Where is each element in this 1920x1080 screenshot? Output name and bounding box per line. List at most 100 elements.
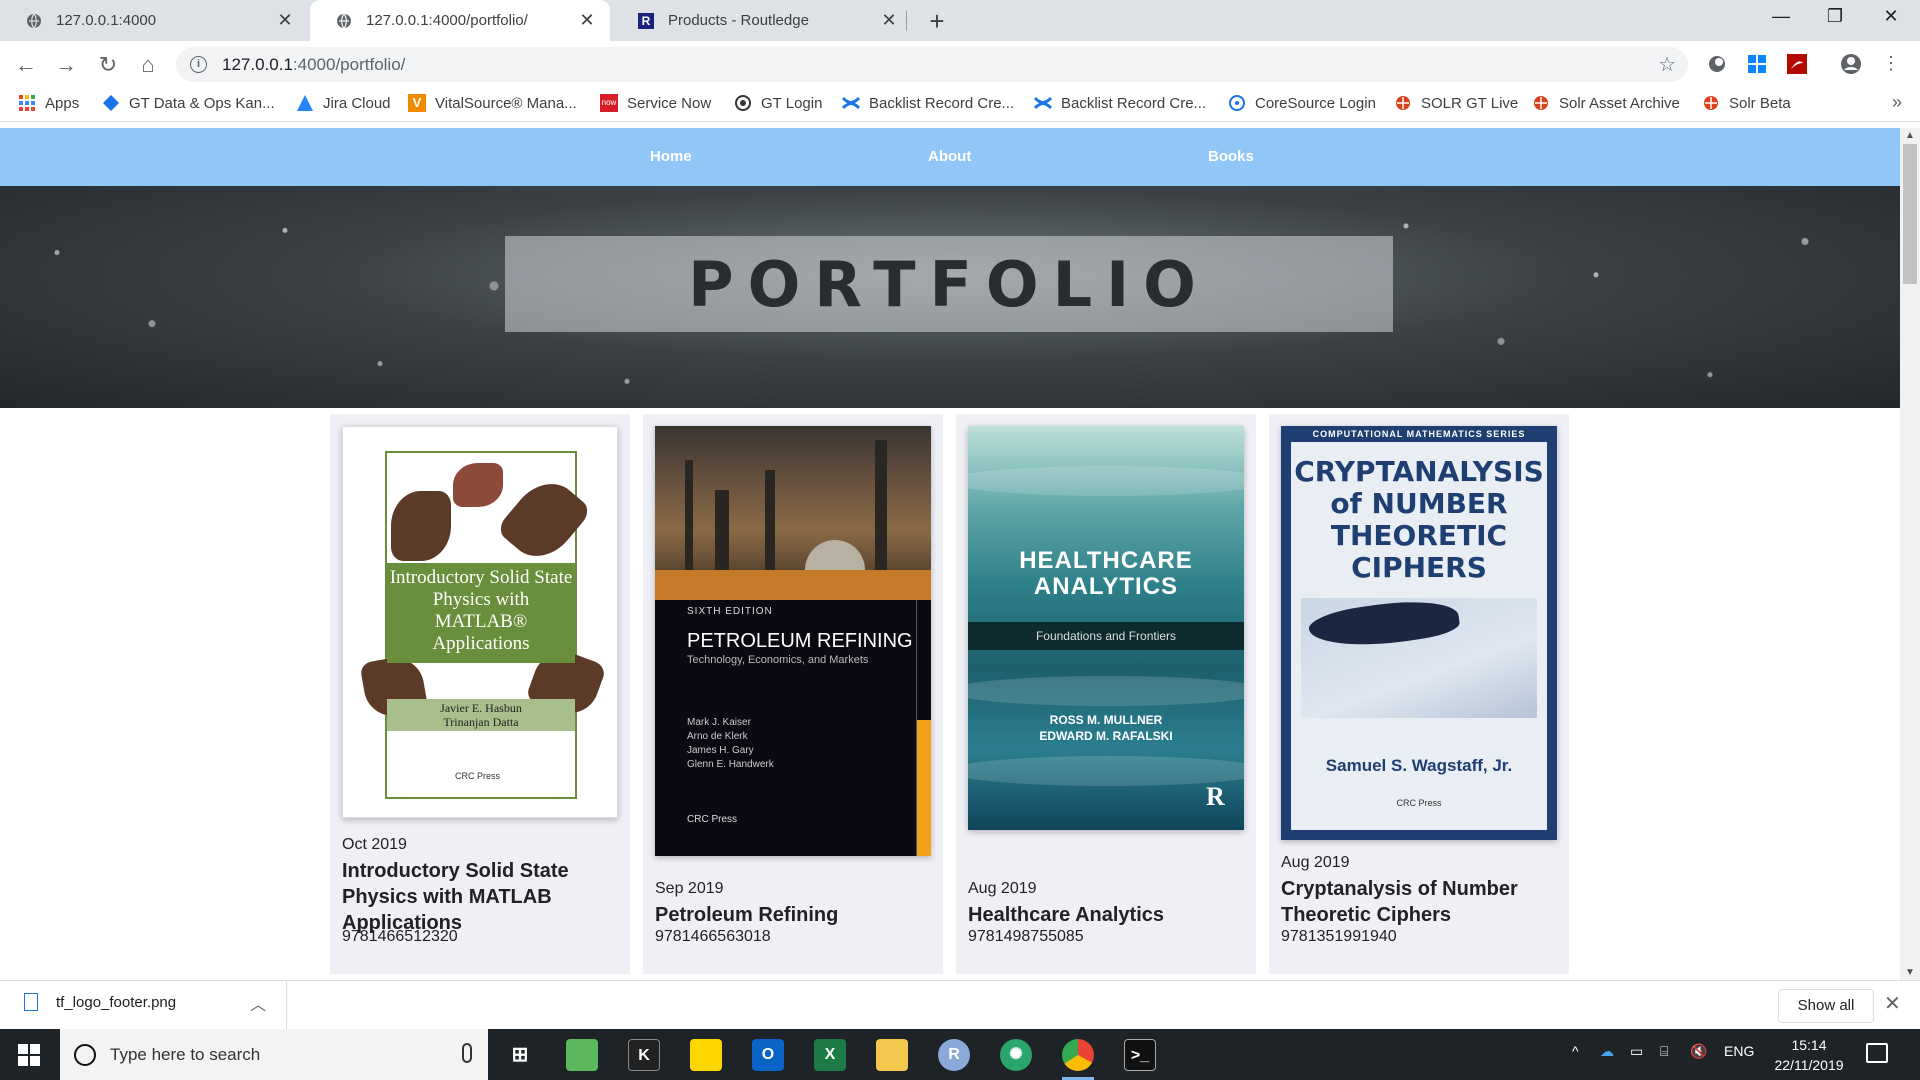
notification-icon[interactable] xyxy=(1866,1043,1888,1063)
bookmark-apps[interactable]: Apps xyxy=(18,94,79,112)
minimize-button[interactable]: — xyxy=(1766,6,1796,27)
microphone-icon[interactable] xyxy=(462,1043,472,1063)
book-cover[interactable]: COMPUTATIONAL MATHEMATICS SERIES CRYPTAN… xyxy=(1281,426,1557,840)
outlook-icon[interactable]: O xyxy=(752,1039,784,1071)
volume-muted-icon[interactable]: 🔇 xyxy=(1690,1043,1707,1060)
reload-button[interactable]: ↻ xyxy=(94,51,122,79)
book-title[interactable]: Healthcare Analytics xyxy=(968,902,1238,928)
address-bar[interactable]: i 127.0.0.1:4000/portfolio/ ☆ xyxy=(176,47,1688,82)
taskbar-search-input[interactable]: Type here to search xyxy=(60,1029,488,1080)
cover-author: Arno de Klerk xyxy=(687,731,748,742)
app-icon[interactable]: K xyxy=(628,1039,660,1071)
taskbar-clock[interactable]: 15:14 22/11/2019 xyxy=(1764,1035,1854,1075)
tab-portfolio[interactable]: 127.0.0.1:4000/portfolio/ ✕ xyxy=(310,0,610,41)
cover-author: Samuel S. Wagstaff, Jr. xyxy=(1325,756,1513,775)
routledge-icon: R xyxy=(638,12,654,29)
nav-books[interactable]: Books xyxy=(1208,128,1254,186)
cover-title: PETROLEUM REFINING xyxy=(687,630,913,652)
info-icon[interactable]: i xyxy=(190,56,207,73)
book-cover[interactable]: Introductory Solid State Physics with MA… xyxy=(342,426,618,818)
download-filename: tf_logo_footer.png xyxy=(56,993,177,1011)
bookmark-label: Jira Cloud xyxy=(323,94,391,112)
bookmark-solr-archive[interactable]: Solr Asset Archive xyxy=(1532,94,1680,112)
book-card[interactable]: COMPUTATIONAL MATHEMATICS SERIES CRYPTAN… xyxy=(1269,414,1569,974)
pdf-icon[interactable] xyxy=(1786,53,1808,75)
book-date: Sep 2019 xyxy=(655,880,724,897)
close-icon[interactable]: ✕ xyxy=(880,10,898,31)
book-title[interactable]: Petroleum Refining xyxy=(655,902,925,928)
task-view-icon[interactable]: ⊞ xyxy=(504,1039,536,1071)
book-date: Aug 2019 xyxy=(968,880,1037,897)
bookmark-service-now[interactable]: now Service Now xyxy=(600,94,711,112)
language-indicator[interactable]: ENG xyxy=(1724,1043,1754,1059)
chevron-up-icon[interactable]: ︿ xyxy=(250,991,266,1015)
scroll-down-arrow[interactable]: ▼ xyxy=(1900,967,1920,978)
menu-icon[interactable]: ⋮ xyxy=(1880,53,1902,75)
show-all-button[interactable]: Show all xyxy=(1778,989,1874,1023)
book-card[interactable]: Introductory Solid State Physics with MA… xyxy=(330,414,630,974)
network-icon[interactable]: ⌸ xyxy=(1660,1043,1668,1060)
new-tab-button[interactable]: + xyxy=(922,6,952,37)
extension-icon[interactable] xyxy=(1706,53,1728,75)
bookmark-label: GT Login xyxy=(761,94,823,112)
book-card[interactable]: SIXTH EDITION PETROLEUM REFINING Technol… xyxy=(643,414,943,974)
windows-extension-icon[interactable] xyxy=(1746,53,1768,75)
chrome-icon[interactable] xyxy=(1062,1039,1094,1080)
bookmark-jira[interactable]: Jira Cloud xyxy=(296,94,391,112)
cover-edition: SIXTH EDITION xyxy=(687,606,773,617)
sticky-notes-icon[interactable] xyxy=(690,1039,722,1071)
globe-icon xyxy=(336,13,352,29)
profile-icon[interactable] xyxy=(1840,53,1862,75)
book-title[interactable]: Cryptanalysis of Number Theoretic Cipher… xyxy=(1281,876,1551,928)
r-app-icon[interactable]: R xyxy=(938,1039,970,1071)
book-cover[interactable]: SIXTH EDITION PETROLEUM REFINING Technol… xyxy=(655,426,931,856)
back-button[interactable]: ← xyxy=(12,51,40,79)
scroll-up-arrow[interactable]: ▲ xyxy=(1900,130,1920,141)
close-download-bar-icon[interactable]: ✕ xyxy=(1884,991,1901,1016)
cover-publisher: CRC Press xyxy=(1396,798,1442,808)
close-icon[interactable]: ✕ xyxy=(276,10,294,31)
file-explorer-icon[interactable] xyxy=(876,1039,908,1071)
excel-icon[interactable]: X xyxy=(814,1039,846,1071)
close-icon[interactable]: ✕ xyxy=(578,10,596,31)
book-title[interactable]: Introductory Solid State Physics with MA… xyxy=(342,858,612,936)
bookmark-gt-data[interactable]: GT Data & Ops Kan... xyxy=(102,94,275,112)
forward-button[interactable]: → xyxy=(52,51,80,79)
book-date: Oct 2019 xyxy=(342,836,407,853)
maximize-button[interactable]: ❐ xyxy=(1820,6,1850,27)
tab-home[interactable]: 127.0.0.1:4000 ✕ xyxy=(0,0,308,41)
bookmark-backlist-2[interactable]: Backlist Record Cre... xyxy=(1033,94,1206,112)
nav-about[interactable]: About xyxy=(928,128,971,186)
bookmark-solr-gt-live[interactable]: SOLR GT Live xyxy=(1394,94,1518,112)
bookmark-star-icon[interactable]: ☆ xyxy=(1658,52,1676,77)
window-close-button[interactable]: ✕ xyxy=(1876,6,1906,27)
bookmark-gt-login[interactable]: GT Login xyxy=(734,94,822,112)
book-card[interactable]: HEALTHCARE ANALYTICS Foundations and Fro… xyxy=(956,414,1256,974)
download-item[interactable]: tf_logo_footer.png xyxy=(24,993,176,1011)
home-button[interactable]: ⌂ xyxy=(134,51,162,79)
cover-subtitle: Technology, Economics, and Markets xyxy=(687,654,869,666)
terminal-icon[interactable]: >_ xyxy=(1124,1039,1156,1071)
bookmark-solr-beta[interactable]: Solr Beta xyxy=(1702,94,1791,112)
page-viewport: Home About Books PORTFOLIO Introductory … xyxy=(0,128,1900,980)
cover-series: COMPUTATIONAL MATHEMATICS SERIES xyxy=(1312,429,1526,439)
bookmark-coresource[interactable]: CoreSource Login xyxy=(1228,94,1376,112)
chevron-up-icon[interactable]: ^ xyxy=(1572,1043,1579,1059)
cover-author: Mark J. Kaiser xyxy=(687,717,751,728)
bookmark-vitalsource[interactable]: V VitalSource® Mana... xyxy=(408,94,577,112)
bookmark-backlist-1[interactable]: Backlist Record Cre... xyxy=(841,94,1014,112)
windows-start-icon[interactable] xyxy=(18,1044,40,1066)
search-placeholder: Type here to search xyxy=(110,1044,261,1064)
app-icon[interactable]: ✺ xyxy=(1000,1039,1032,1071)
battery-icon[interactable]: ▭ xyxy=(1630,1043,1643,1060)
app-icon[interactable] xyxy=(566,1039,598,1071)
book-cover[interactable]: HEALTHCARE ANALYTICS Foundations and Fro… xyxy=(968,426,1244,830)
onedrive-icon[interactable]: ☁ xyxy=(1600,1043,1614,1060)
hero-banner: PORTFOLIO xyxy=(0,186,1900,408)
bookmarks-overflow-button[interactable]: » xyxy=(1892,92,1902,113)
tab-routledge[interactable]: R Products - Routledge ✕ xyxy=(612,0,912,41)
nav-home[interactable]: Home xyxy=(650,128,692,186)
page-scrollbar[interactable]: ▲ ▼ xyxy=(1900,128,1920,980)
scrollbar-thumb[interactable] xyxy=(1903,144,1917,284)
divider xyxy=(286,981,287,1030)
